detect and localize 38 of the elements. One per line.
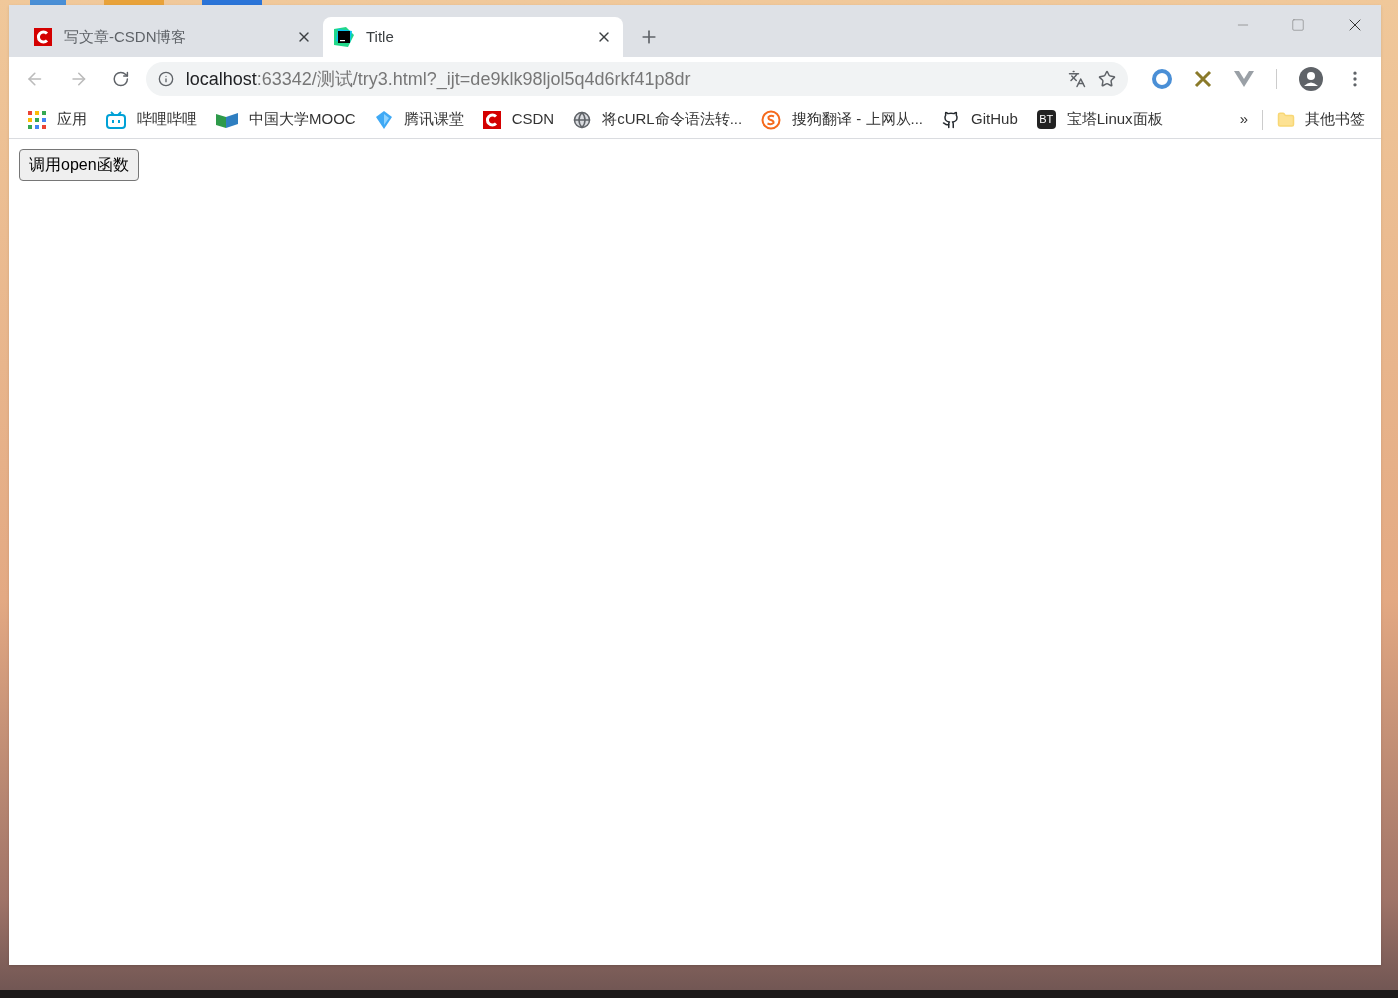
ide-logo-icon	[334, 27, 354, 47]
reload-icon[interactable]	[112, 70, 130, 88]
more-bookmarks-button[interactable]: »	[1239, 108, 1248, 131]
bookmark-item[interactable]: BT 宝塔Linux面板	[1035, 108, 1164, 131]
open-function-button[interactable]: 调用open函数	[19, 149, 139, 181]
tv-icon	[106, 110, 126, 129]
info-icon	[157, 71, 174, 87]
translate-icon[interactable]	[1068, 70, 1086, 88]
open-book-icon	[216, 111, 238, 128]
bookmark-item[interactable]: 中国大学MOOC	[215, 108, 357, 131]
diamond-icon	[374, 110, 393, 129]
url-text: localhost:63342/测试/try3.html?_ijt=de9klk98ljol5q4d6rkf41p8dr	[185, 67, 692, 92]
bookmark-folder[interactable]: 其他书签	[1277, 108, 1365, 131]
tab-title: Title	[366, 26, 395, 47]
bookmark-item[interactable]: 搜狗翻译 - 上网从...	[760, 108, 925, 131]
browser-tab[interactable]: Title	[323, 17, 623, 57]
bookmark-item[interactable]: 将cURL命令语法转...	[572, 108, 744, 131]
github-icon	[942, 110, 961, 129]
bookmark-star-icon[interactable]	[1098, 70, 1116, 88]
bookmark-item[interactable]: CSDN	[481, 108, 556, 131]
folder-icon	[1277, 110, 1295, 129]
bookmark-item[interactable]: 哔哩哔哩	[105, 108, 198, 131]
browser-tab[interactable]: 写文章-CSDN博客	[23, 17, 323, 57]
bookmark-item[interactable]: GitHub	[941, 108, 1019, 131]
c-logo-icon	[34, 28, 52, 46]
bookmark-item[interactable]: 腾讯课堂	[373, 108, 465, 131]
v-extension-icon[interactable]	[1234, 71, 1254, 87]
s-circle-icon	[761, 109, 782, 130]
apps-grid-icon	[28, 110, 46, 129]
x-extension-icon[interactable]	[1194, 70, 1212, 88]
bookmark-item[interactable]: 应用	[27, 108, 88, 131]
c-logo-icon	[482, 110, 501, 129]
address-bar[interactable]: localhost:63342/测试/try3.html?_ijt=de9klk98ljol5q4d6rkf41p8dr	[145, 62, 1128, 96]
bt-badge: BT	[1036, 110, 1056, 129]
tab-title: 写文章-CSDN博客	[64, 26, 188, 47]
ring-extension-icon[interactable]	[1152, 69, 1172, 89]
account-icon[interactable]	[1299, 67, 1323, 91]
globe-icon	[573, 110, 592, 129]
